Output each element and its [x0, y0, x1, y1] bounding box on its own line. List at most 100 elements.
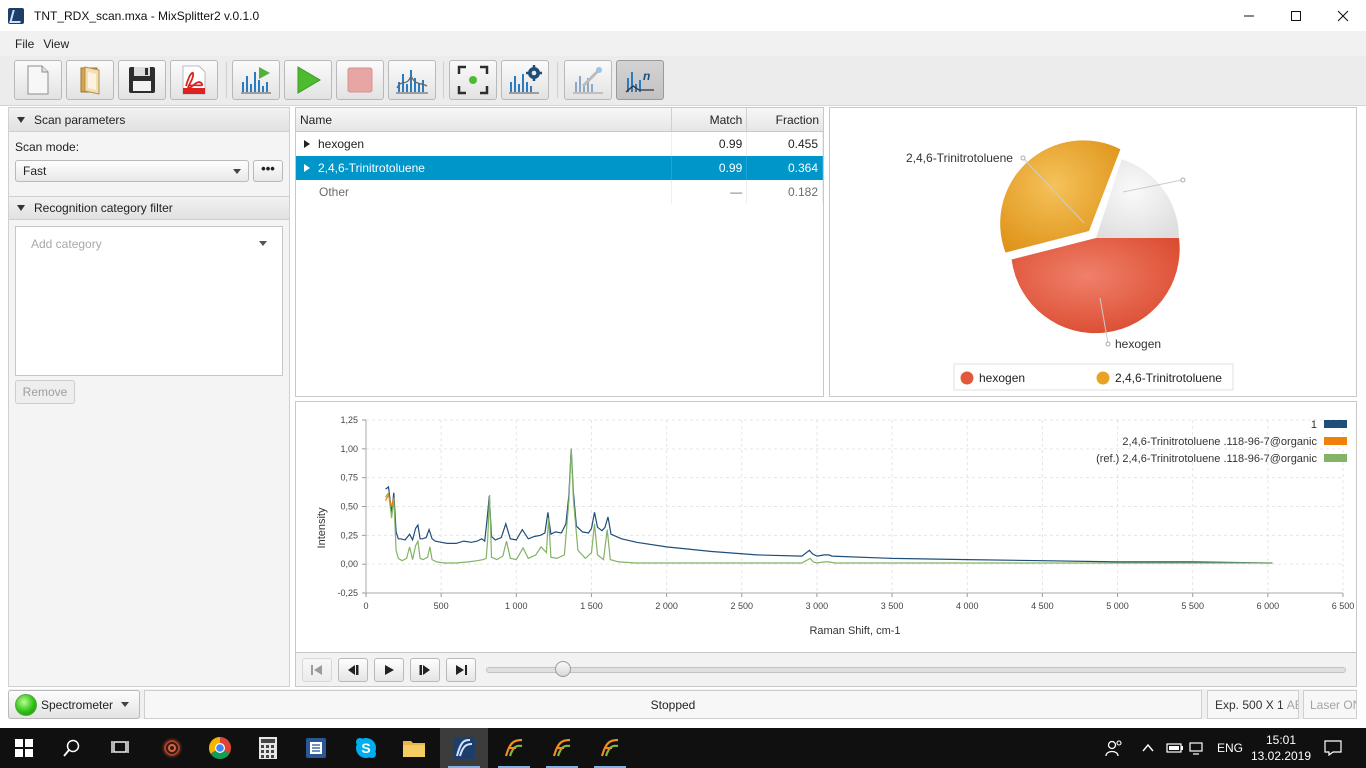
windows-start-icon [15, 739, 33, 757]
title-bar: TNT_RDX_scan.mxa - MixSplitter2 v.0.1.0 [0, 0, 1366, 31]
taskbar-app-mixsplitter-4[interactable] [586, 728, 634, 768]
x-tick-label: 3 500 [881, 601, 904, 611]
exposure-status: Exp. 500 X 1 AE [1207, 690, 1299, 719]
y-tick-label: -0,25 [337, 588, 358, 598]
tray-overflow-button[interactable] [1142, 728, 1154, 768]
minimize-icon [1243, 15, 1254, 16]
table-row[interactable]: 2,4,6-Trinitrotoluene 0.99 0.364 [296, 156, 823, 180]
window-controls [1225, 0, 1366, 31]
slider-thumb[interactable] [555, 661, 572, 677]
people-button[interactable] [1105, 728, 1123, 768]
x-tick-label: 5 500 [1181, 601, 1204, 611]
y-tick-label: 0,25 [340, 530, 358, 540]
step-forward-button[interactable] [410, 658, 440, 682]
start-button[interactable] [0, 728, 48, 768]
close-button[interactable] [1319, 0, 1366, 31]
app-logo-icon [8, 7, 24, 24]
analyze-spectrum-button[interactable] [388, 60, 436, 100]
collapse-arrow-icon [17, 116, 25, 123]
scan-mode-more-button[interactable]: ••• [253, 160, 283, 182]
taskbar-app-mixsplitter-2[interactable] [490, 728, 538, 768]
volume-indicator[interactable] [1193, 728, 1211, 768]
scan-spectrum-button[interactable] [232, 60, 280, 100]
y-tick-label: 1,00 [340, 444, 358, 454]
taskbar-app-office[interactable] [292, 728, 340, 768]
taskbar-app-spiral[interactable] [148, 728, 196, 768]
add-category-input[interactable]: Add category [31, 237, 102, 251]
column-fraction[interactable]: Fraction [747, 108, 823, 131]
chevron-up-icon [1142, 743, 1154, 752]
menu-file[interactable]: File [0, 37, 43, 51]
collapse-arrow-icon [17, 205, 25, 211]
mixsplitter-icon-4 [600, 738, 619, 757]
scan-position-slider[interactable] [486, 667, 1346, 673]
pie-label-hexogen: hexogen [1115, 337, 1161, 351]
taskbar-app-explorer[interactable] [390, 728, 438, 768]
new-file-button[interactable] [14, 60, 62, 100]
x-tick-label: 6 000 [1257, 601, 1280, 611]
pie-slice-hexogen[interactable] [1011, 238, 1180, 334]
chevron-down-icon[interactable] [259, 241, 267, 246]
exposure-overflow-text: AE [1286, 697, 1298, 712]
save-button[interactable] [118, 60, 166, 100]
x-axis-ticks: 0 500 1 000 1 500 2 000 2 500 3 000 3 500 4 000 4… [363, 592, 1354, 611]
exposure-text: Exp. 500 X 1 [1215, 697, 1284, 712]
focus-target-button[interactable] [449, 60, 497, 100]
normalize-spectrum-button[interactable]: n [616, 60, 664, 100]
x-tick-label: 0 [363, 601, 368, 611]
table-row[interactable]: Other — 0.182 [296, 180, 823, 204]
category-list[interactable]: Add category [15, 226, 283, 376]
normalize-spectrum-icon: n [625, 69, 654, 93]
remove-category-button[interactable]: Remove [15, 380, 75, 404]
skip-to-end-icon [456, 665, 467, 675]
task-view-button[interactable] [96, 728, 144, 768]
calibration-button[interactable] [564, 60, 612, 100]
x-tick-label: 5 000 [1106, 601, 1129, 611]
minimize-button[interactable] [1225, 0, 1272, 31]
menu-view[interactable]: View [43, 37, 78, 51]
laser-status: Laser ON [1303, 690, 1357, 719]
play-icon [385, 665, 394, 675]
battery-indicator[interactable] [1166, 728, 1184, 768]
open-folder-icon [80, 66, 100, 95]
task-view-icon [111, 741, 129, 753]
scan-parameters-title: Scan parameters [34, 112, 126, 127]
taskbar-app-calculator[interactable] [244, 728, 292, 768]
expand-arrow-icon[interactable] [304, 140, 310, 148]
spectrum-chart-panel: -0,25 0,00 0,25 0,50 0,75 1,00 1,25 0 500 1 000 1… [295, 401, 1357, 653]
y-axis-ticks: -0,25 0,00 0,25 0,50 0,75 1,00 1,25 [337, 415, 367, 598]
export-pdf-button[interactable] [170, 60, 218, 100]
taskbar-search-button[interactable] [48, 728, 96, 768]
scan-mode-select[interactable]: Fast [15, 160, 249, 182]
chrome-icon [209, 737, 231, 759]
open-button[interactable] [66, 60, 114, 100]
maximize-button[interactable] [1272, 0, 1319, 31]
taskbar-app-mixsplitter[interactable] [440, 728, 488, 768]
language-indicator[interactable]: ENG [1217, 728, 1243, 768]
step-back-button[interactable] [338, 658, 368, 682]
scan-parameters-header[interactable]: Scan parameters [9, 108, 289, 132]
stop-button[interactable] [336, 60, 384, 100]
spectrometer-button[interactable]: Spectrometer [8, 690, 140, 719]
notifications-button[interactable] [1324, 728, 1342, 768]
category-filter-header[interactable]: Recognition category filter [9, 196, 289, 220]
table-row[interactable]: hexogen 0.99 0.455 [296, 132, 823, 156]
skip-to-start-button[interactable] [302, 658, 332, 682]
expand-arrow-icon[interactable] [304, 164, 310, 172]
x-tick-label: 2 500 [731, 601, 754, 611]
row-name: 2,4,6-Trinitrotoluene [318, 161, 425, 175]
column-match[interactable]: Match [672, 108, 748, 131]
taskbar-app-chrome[interactable] [196, 728, 244, 768]
taskbar-app-skype[interactable]: S [342, 728, 390, 768]
player-play-button[interactable] [374, 658, 404, 682]
taskbar-clock[interactable]: 15:01 13.02.2019 [1250, 732, 1312, 764]
taskbar-app-mixsplitter-3[interactable] [538, 728, 586, 768]
status-bar: Spectrometer Stopped Exp. 500 X 1 AE Las… [8, 689, 1357, 719]
legend-label-series-2: (ref.) 2,4,6-Trinitrotoluene .118-96-7@o… [1096, 453, 1317, 465]
spectrum-settings-button[interactable] [501, 60, 549, 100]
scan-spectrum-icon [241, 67, 271, 94]
play-button[interactable] [284, 60, 332, 100]
close-icon [1337, 10, 1348, 21]
column-name[interactable]: Name [296, 108, 672, 131]
skip-to-end-button[interactable] [446, 658, 476, 682]
